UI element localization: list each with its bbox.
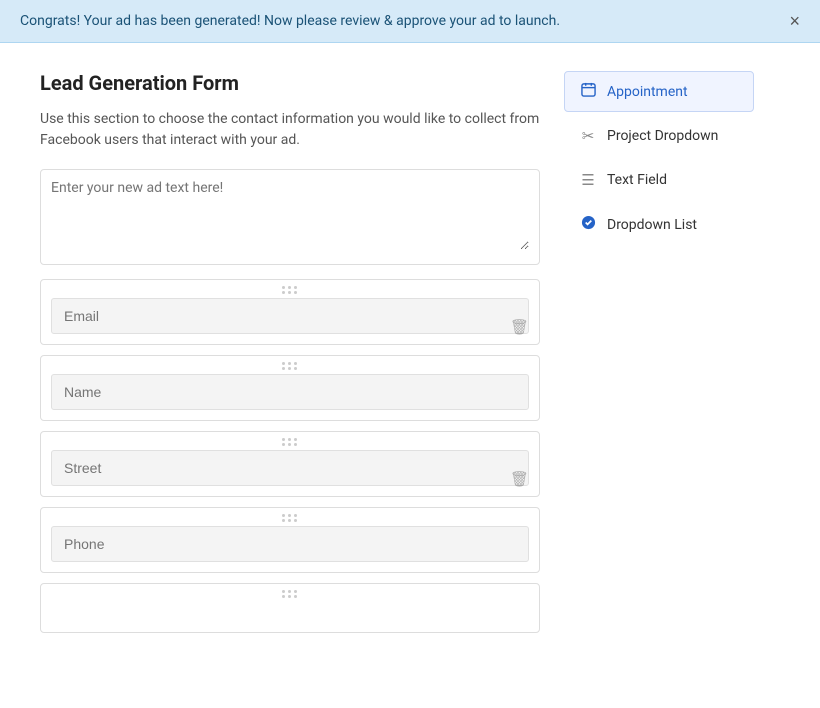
ad-text-input[interactable] (51, 180, 529, 250)
page-title: Lead Generation Form (40, 71, 540, 95)
delete-street-icon[interactable]: 🗑 (510, 470, 529, 488)
notification-banner: Congrats! Your ad has been generated! No… (0, 0, 820, 43)
appointment-label: Appointment (607, 84, 688, 100)
left-column: Lead Generation Form Use this section to… (40, 71, 540, 643)
drag-handle-name[interactable] (51, 362, 529, 370)
ad-text-card (40, 169, 540, 265)
main-content: Lead Generation Form Use this section to… (0, 43, 820, 671)
panel-item-dropdown-list[interactable]: Dropdown List (564, 204, 754, 245)
drag-handle-email[interactable] (51, 286, 529, 294)
text-field-icon: ☰ (579, 171, 597, 189)
drag-handle-street[interactable] (51, 438, 529, 446)
banner-message: Congrats! Your ad has been generated! No… (20, 13, 560, 29)
field-card-empty (40, 583, 540, 633)
panel-item-project-dropdown[interactable]: ✂ Project Dropdown (564, 116, 754, 156)
drag-handle-phone[interactable] (51, 514, 529, 522)
dropdown-list-icon (579, 215, 597, 234)
panel-item-appointment[interactable]: Appointment (564, 71, 754, 112)
drag-handle-empty[interactable] (51, 590, 529, 598)
panel-item-text-field[interactable]: ☰ Text Field (564, 160, 754, 200)
name-field-input[interactable] (51, 374, 529, 410)
delete-email-icon[interactable]: 🗑 (510, 318, 529, 336)
field-card-street: 🗑 (40, 431, 540, 497)
page-description: Use this section to choose the contact i… (40, 109, 540, 151)
right-panel: Appointment ✂ Project Dropdown ☰ Text Fi… (564, 71, 754, 643)
banner-close-button[interactable]: × (789, 12, 800, 30)
phone-field-input[interactable] (51, 526, 529, 562)
appointment-icon (579, 82, 597, 101)
project-dropdown-label: Project Dropdown (607, 128, 718, 144)
dropdown-list-label: Dropdown List (607, 217, 697, 233)
street-field-input[interactable] (51, 450, 529, 486)
field-card-email: 🗑 (40, 279, 540, 345)
field-card-phone (40, 507, 540, 573)
email-field-input[interactable] (51, 298, 529, 334)
text-field-label: Text Field (607, 172, 667, 188)
field-card-name (40, 355, 540, 421)
project-dropdown-icon: ✂ (579, 127, 597, 145)
